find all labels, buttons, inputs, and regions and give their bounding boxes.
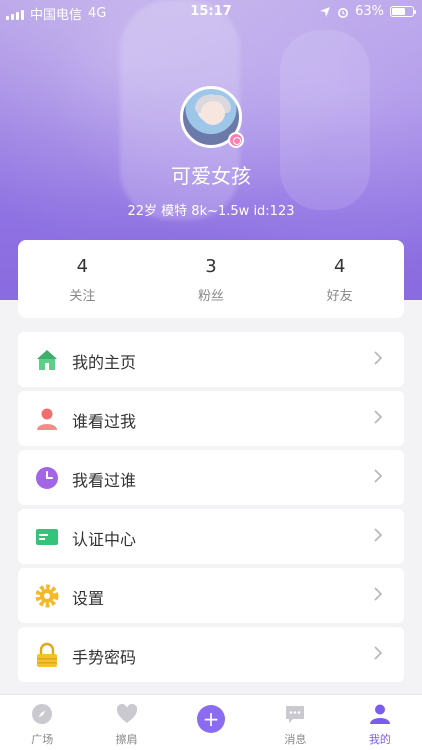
menu-item-label: 我的主页 [72,353,137,372]
tab-publish[interactable]: + [169,695,253,750]
menu-item-gesture-password[interactable]: 手势密码 [18,627,404,682]
person-icon [369,704,390,724]
chat-icon [286,706,305,723]
id-card-icon [36,529,58,545]
stat-value: 3 [205,256,217,277]
heart-icon [116,703,137,723]
stat-value: 4 [76,256,89,277]
menu-item-who-i-viewed[interactable]: 我看过谁 [18,450,404,505]
menu-item-label: 我看过谁 [72,471,137,490]
chevron-right-icon [374,587,383,601]
menu-item-settings[interactable]: 设置 [18,568,404,623]
battery-icon [390,6,416,17]
tab-label: 我的 [368,733,391,746]
stats-card: 4 关注 3 粉丝 4 好友 [18,240,404,318]
profile-nickname: 可爱女孩 [171,164,251,188]
battery-percent: 63% [355,4,384,19]
stat-friends[interactable]: 4 好友 [275,240,404,318]
gear-icon [35,584,59,608]
user-icon [37,408,57,430]
plus-icon: + [197,705,226,733]
menu-item-label: 认证中心 [72,530,137,549]
tab-brush-past[interactable]: 擦肩 [84,695,168,750]
stat-value: 4 [333,256,346,277]
menu-item-who-viewed-me[interactable]: 谁看过我 [18,391,404,446]
stat-label: 关注 [69,289,96,304]
stat-followers[interactable]: 3 粉丝 [147,240,276,318]
tab-label: 广场 [31,733,54,746]
tab-label: 擦肩 [115,733,138,746]
menu-item-verification-center[interactable]: 认证中心 [18,509,404,564]
menu-item-my-homepage[interactable]: 我的主页 [18,332,404,387]
tab-mine[interactable]: 我的 [338,695,422,750]
edit-avatar-icon[interactable] [228,132,244,148]
menu-item-label: 设置 [72,589,105,608]
tab-messages[interactable]: 消息 [253,695,337,750]
location-icon [320,6,331,17]
stat-label: 好友 [326,289,353,304]
bottom-tab-bar: 广场 擦肩 + 消息 我的 [0,694,422,750]
chevron-right-icon [374,528,383,542]
chevron-right-icon [374,351,383,365]
menu-item-label: 谁看过我 [72,412,137,431]
clock-icon [36,467,58,489]
status-bar: 中国电信 4G 15:17 63% [0,0,422,24]
compass-icon [32,704,53,724]
home-icon [37,350,57,370]
lock-icon [37,642,57,667]
alarm-icon [338,7,349,18]
tab-label: 消息 [284,733,307,746]
chevron-right-icon [374,469,383,483]
chevron-right-icon [374,646,383,660]
profile-menu: 我的主页 谁看过我 我看过谁 认证中心 设置 手势密码 [18,332,404,686]
stat-label: 粉丝 [198,289,225,304]
stat-following[interactable]: 4 关注 [18,240,147,318]
profile-meta: 22岁 模特 8k~1.5w id:123 [127,204,295,219]
chevron-right-icon [374,410,383,424]
menu-item-label: 手势密码 [72,648,137,667]
tab-square[interactable]: 广场 [0,695,84,750]
